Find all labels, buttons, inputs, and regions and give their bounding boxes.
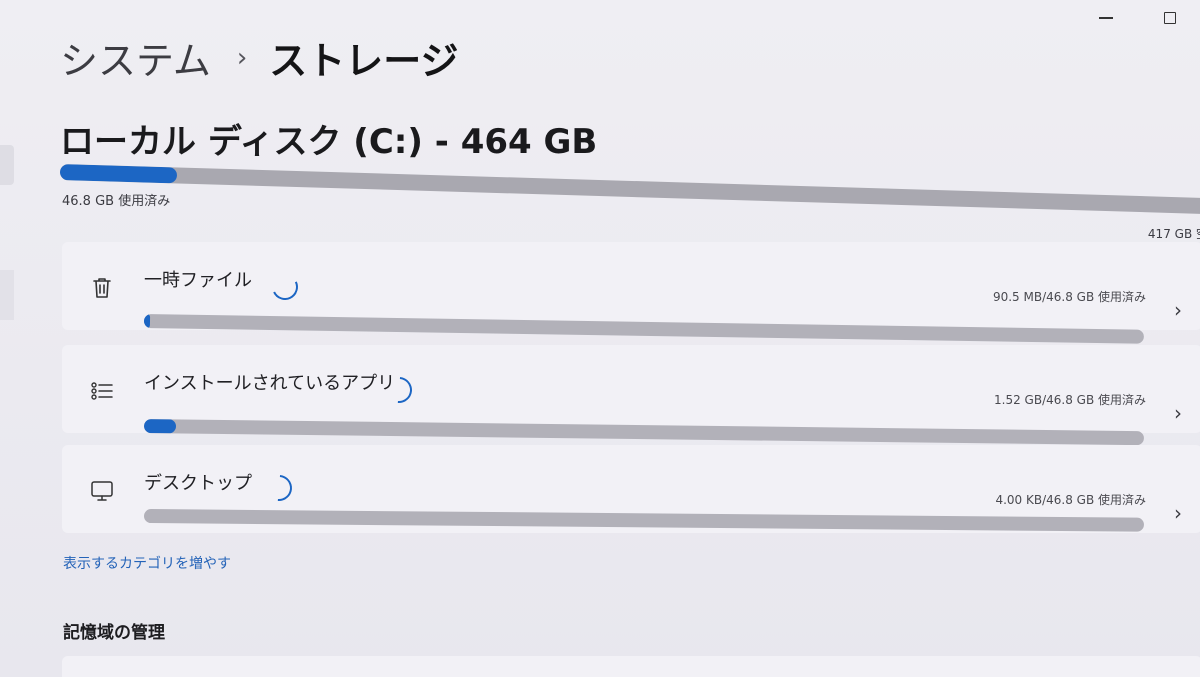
chevron-right-icon: › [1174,401,1182,425]
loading-spinner-icon [268,270,302,304]
show-more-categories-link[interactable]: 表示するカテゴリを増やす [63,553,231,573]
disk-free-label: 417 GB 空 [1147,227,1200,241]
breadcrumb-separator: › [236,42,248,73]
category-usage: 90.5 MB/46.8 GB 使用済み [992,290,1146,304]
maximize-icon [1164,12,1176,24]
settings-window: システム › ストレージ ローカル ディスク (C:) - 464 GB 46.… [0,0,1200,677]
disk-usage-bar-fill [59,164,178,184]
category-usage-bar-fill [143,419,177,434]
storage-management-card[interactable] [62,656,1200,677]
disk-used-label: 46.8 GB 使用済み [62,194,171,209]
minimize-icon [1099,17,1113,19]
chevron-right-icon: › [1174,501,1182,525]
category-usage-bar [143,419,1145,446]
breadcrumb-system[interactable]: システム [60,30,211,85]
category-usage: 1.52 GB/46.8 GB 使用済み [994,393,1146,407]
minimize-button[interactable] [1096,8,1116,28]
disk-usage-bar [59,164,1200,215]
trash-icon [93,278,111,298]
category-usage-bar [143,314,1144,344]
category-label: デスクトップ [144,473,252,494]
nav-pane-edge-lower [0,270,14,320]
maximize-button[interactable] [1160,8,1180,28]
disk-title: ローカル ディスク (C:) - 464 GB [60,122,598,162]
window-controls [1096,8,1180,28]
category-usage: 4.00 KB/46.8 GB 使用済み [995,493,1146,507]
page-title: ストレージ [269,39,459,83]
category-usage-bar [143,509,1145,532]
category-label: インストールされているアプリ [144,373,396,394]
loading-spinner-icon [260,469,298,507]
chevron-right-icon: › [1174,298,1182,322]
category-usage-bar-fill [143,314,151,329]
nav-pane-edge[interactable] [0,145,14,185]
monitor-icon [91,481,113,501]
breadcrumb: システム › ストレージ [60,30,459,85]
category-installed-apps[interactable]: インストールされているアプリ 1.52 GB/46.8 GB 使用済み › [62,345,1200,446]
category-desktop[interactable]: デスクトップ 4.00 KB/46.8 GB 使用済み › [62,445,1200,533]
category-label: 一時ファイル [144,270,252,291]
storage-management-heading: 記憶域の管理 [63,623,165,643]
category-temp-files[interactable]: 一時ファイル 90.5 MB/46.8 GB 使用済み › [62,242,1200,344]
app-list-icon [91,382,113,400]
